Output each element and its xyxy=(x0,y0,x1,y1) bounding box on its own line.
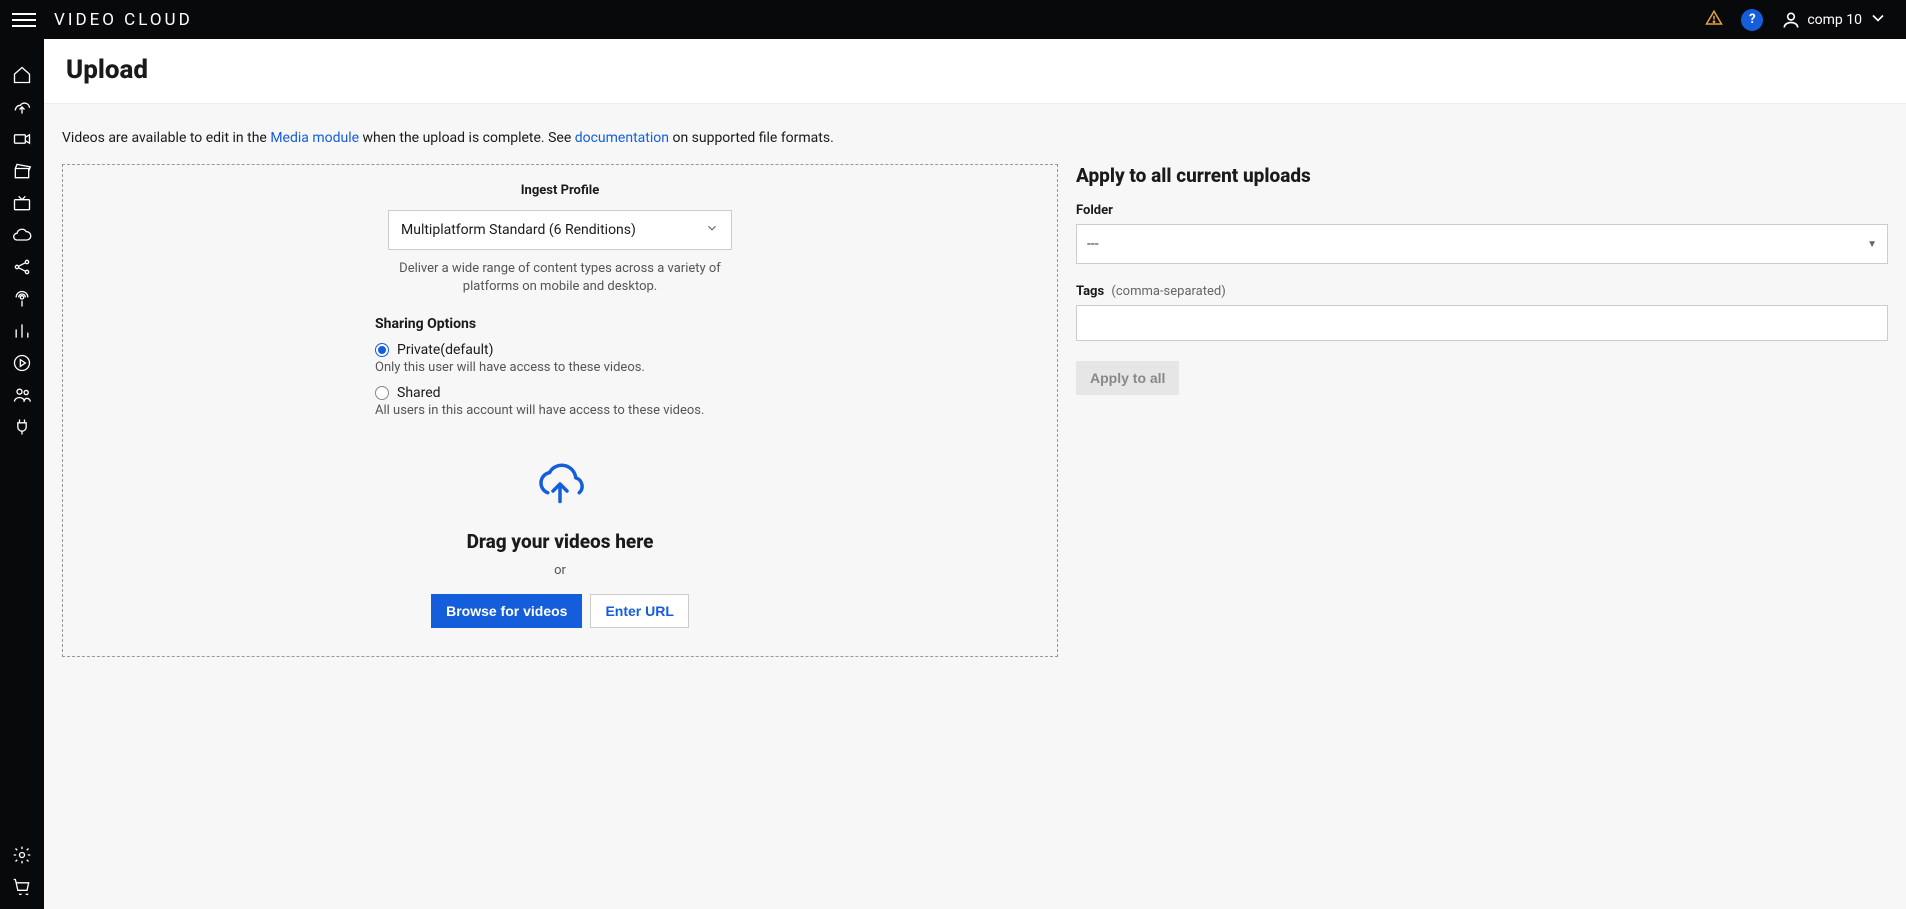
tags-label-text: Tags xyxy=(1076,284,1104,299)
main-content: Upload Videos are available to edit in t… xyxy=(44,39,1906,909)
nav-podcast-icon[interactable] xyxy=(12,289,32,309)
nav-camera-icon[interactable] xyxy=(12,129,32,149)
apply-all-button[interactable]: Apply to all xyxy=(1076,361,1179,395)
browse-videos-button[interactable]: Browse for videos xyxy=(431,594,582,628)
sharing-shared-desc: All users in this account will have acce… xyxy=(375,403,745,418)
nav-settings-icon[interactable] xyxy=(12,845,32,865)
folder-value: --- xyxy=(1087,236,1099,252)
folder-label: Folder xyxy=(1076,203,1888,218)
help-button[interactable]: ? xyxy=(1741,9,1763,31)
radio-unchecked-icon xyxy=(375,386,389,400)
sharing-private-option[interactable]: Private(default) xyxy=(375,342,745,358)
ingest-profile-select[interactable]: Multiplatform Standard (6 Renditions) xyxy=(388,210,732,250)
nav-plug-icon[interactable] xyxy=(12,417,32,437)
nav-analytics-icon[interactable] xyxy=(12,321,32,341)
info-pre: Videos are available to edit in the xyxy=(62,130,270,146)
cloud-upload-icon xyxy=(532,460,588,512)
dropdown-triangle-icon: ▼ xyxy=(1867,239,1877,250)
page-title: Upload xyxy=(66,55,1884,85)
nav-play-icon[interactable] xyxy=(12,353,32,373)
apply-all-panel: Apply to all current uploads Folder --- … xyxy=(1076,164,1888,395)
enter-url-button[interactable]: Enter URL xyxy=(590,594,688,628)
nav-cloud-icon[interactable] xyxy=(12,225,32,245)
info-text: Videos are available to edit in the Medi… xyxy=(62,130,1888,146)
top-bar: VIDEO CLOUD ? comp 10 xyxy=(0,0,1906,39)
documentation-link[interactable]: documentation xyxy=(575,130,669,146)
ingest-profile-label: Ingest Profile xyxy=(375,183,745,198)
apply-all-title: Apply to all current uploads xyxy=(1076,164,1888,187)
drag-prompt: Drag your videos here xyxy=(467,530,654,553)
upload-dropzone[interactable]: Ingest Profile Multiplatform Standard (6… xyxy=(62,164,1058,657)
nav-home-icon[interactable] xyxy=(12,65,32,85)
folder-select[interactable]: --- ▼ xyxy=(1076,224,1888,264)
ingest-profile-description: Deliver a wide range of content types ac… xyxy=(375,260,745,296)
chevron-down-icon xyxy=(705,221,719,239)
sidebar-nav xyxy=(0,39,44,909)
sharing-shared-option[interactable]: Shared xyxy=(375,385,745,401)
radio-checked-icon xyxy=(375,343,389,357)
sharing-private-label: Private(default) xyxy=(397,342,493,358)
menu-toggle-icon[interactable] xyxy=(12,8,36,32)
sharing-shared-label: Shared xyxy=(397,385,441,401)
tags-hint: (comma-separated) xyxy=(1111,284,1225,299)
title-bar: Upload xyxy=(44,39,1906,104)
info-post: on supported file formats. xyxy=(669,130,834,146)
product-logo: VIDEO CLOUD xyxy=(54,10,193,30)
nav-upload-icon[interactable] xyxy=(12,97,32,117)
user-menu[interactable]: comp 10 xyxy=(1781,8,1894,32)
user-name-label: comp 10 xyxy=(1807,12,1862,28)
sharing-options-label: Sharing Options xyxy=(375,316,745,332)
warning-icon[interactable] xyxy=(1705,9,1723,31)
info-mid: when the upload is complete. See xyxy=(359,130,575,146)
nav-tv-icon[interactable] xyxy=(12,193,32,213)
tags-label: Tags (comma-separated) xyxy=(1076,284,1888,299)
chevron-down-icon xyxy=(1868,8,1894,32)
sharing-private-desc: Only this user will have access to these… xyxy=(375,360,745,375)
media-module-link[interactable]: Media module xyxy=(270,130,359,146)
tags-input[interactable] xyxy=(1076,305,1888,341)
nav-share-icon[interactable] xyxy=(12,257,32,277)
nav-users-icon[interactable] xyxy=(12,385,32,405)
nav-cart-icon[interactable] xyxy=(12,877,32,897)
ingest-profile-value: Multiplatform Standard (6 Renditions) xyxy=(401,222,636,238)
nav-clapper-icon[interactable] xyxy=(12,161,32,181)
or-text: or xyxy=(554,563,566,578)
